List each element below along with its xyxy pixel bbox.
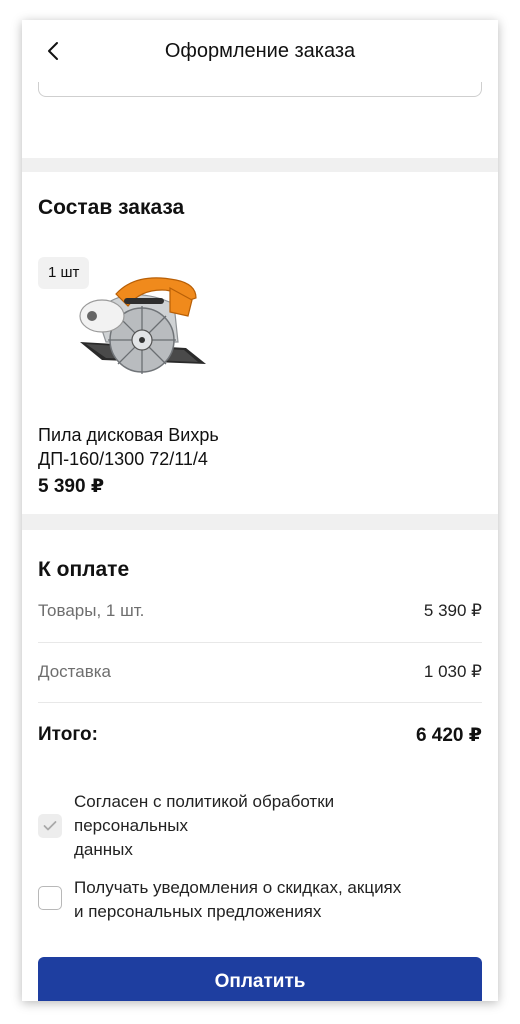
consent-personal-data-label: Согласен с политикой обработки персональ…: [74, 790, 474, 862]
consent-line: Согласен с политикой обработки: [74, 792, 335, 811]
product-name-line1: Пила дисковая Вихрь: [38, 425, 219, 445]
product-price: 5 390 ₽: [38, 476, 105, 497]
delivery-row: Доставка 1 030 ₽: [38, 660, 482, 684]
delivery-label: Доставка: [38, 662, 112, 681]
product-name-line2: ДП-160/1300 72/11/4: [38, 449, 208, 469]
delivery-value: 1 030 ₽: [423, 662, 482, 681]
total-label: Итого:: [38, 724, 98, 745]
circular-saw-image: [79, 277, 206, 374]
previous-section-card: [22, 74, 498, 158]
payment-summary-card: К оплате Товары, 1 шт. 5 390 ₽ Доставка …: [22, 530, 498, 1001]
consent-line: персональных: [74, 816, 188, 835]
consent-line: и персональных предложениях: [74, 902, 322, 921]
consent-personal-data-checkbox[interactable]: [38, 814, 62, 838]
consent-notifications: Получать уведомления о скидках, акциях и…: [38, 866, 482, 922]
order-composition-card: Состав заказа 1 шт Пила дисковая Вихрь Д…: [22, 172, 498, 514]
total-value: 6 420 ₽: [415, 724, 482, 746]
consent-notifications-label: Получать уведомления о скидках, акциях и…: [74, 876, 474, 924]
goods-row: Товары, 1 шт. 5 390 ₽: [38, 599, 482, 623]
goods-value: 5 390 ₽: [423, 601, 482, 620]
goods-label: Товары, 1 шт.: [38, 601, 145, 620]
consent-notifications-checkbox[interactable]: [38, 886, 62, 910]
total-row: Итого: 6 420 ₽: [38, 723, 482, 747]
order-section-title: Состав заказа: [38, 196, 185, 219]
consent-line: Получать уведомления о скидках, акциях: [74, 878, 402, 897]
page-title: Оформление заказа: [164, 40, 356, 62]
consent-line: данных: [74, 840, 133, 859]
divider: [38, 702, 482, 703]
consent-personal-data: Согласен с политикой обработки персональ…: [38, 780, 482, 860]
app-screen: Оформление заказа Состав заказа 1 шт Пил…: [22, 20, 498, 1001]
header: Оформление заказа: [22, 20, 498, 82]
product-name[interactable]: Пила дисковая Вихрь ДП-160/1300 72/11/4: [38, 423, 338, 471]
divider: [38, 642, 482, 643]
checkmark-icon: [43, 821, 57, 831]
pay-button[interactable]: Оплатить: [38, 957, 482, 1001]
payment-section-title: К оплате: [38, 558, 130, 581]
